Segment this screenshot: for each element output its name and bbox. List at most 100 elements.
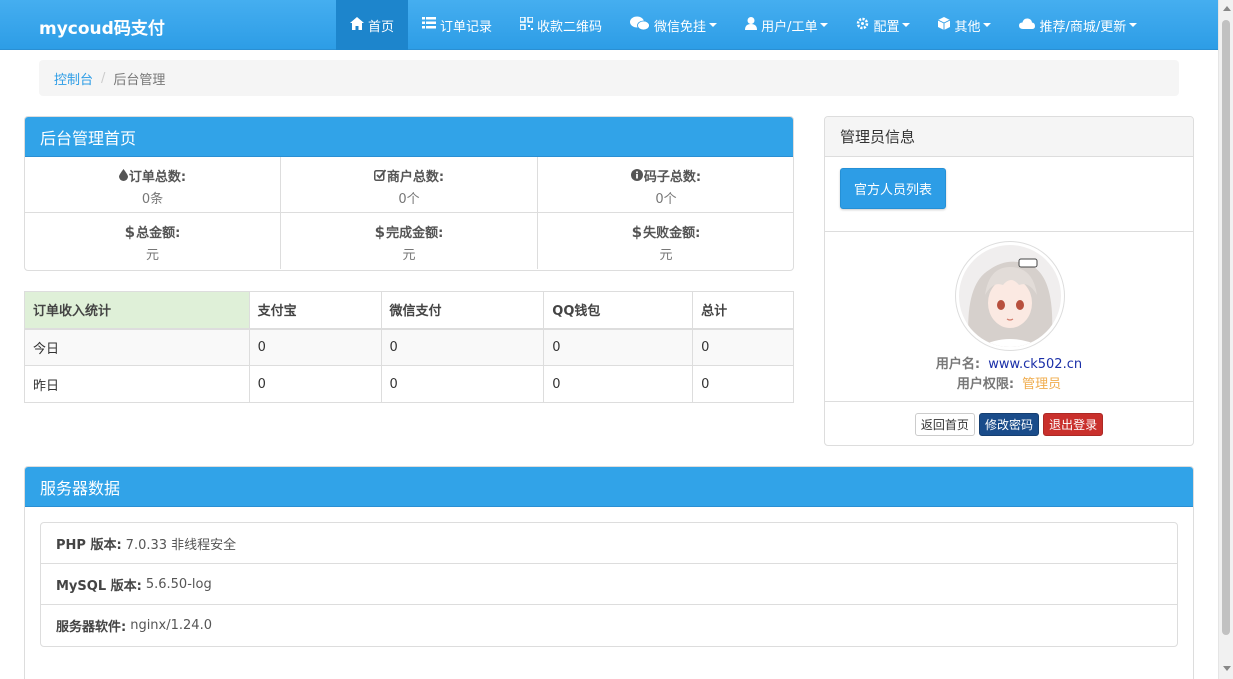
nav-config-label: 配置 xyxy=(873,19,900,35)
admin-panel-title: 管理员信息 xyxy=(825,117,1193,157)
nav-home-label: 首页 xyxy=(368,19,395,35)
stats-grid: 订单总数: 0条 商户总数: 0个 码子总数: 0个 $总金额: 元 $完成金额… xyxy=(25,157,793,269)
stat-code-count: 码子总数: 0个 xyxy=(538,157,793,213)
scroll-down-arrow-icon[interactable] xyxy=(1223,666,1231,671)
table-header-cell: 支付宝 xyxy=(248,291,382,330)
table-row: 今日 0 0 0 0 xyxy=(24,328,794,366)
server-software-label: 服务器软件: xyxy=(56,620,127,635)
table-cell: 0 xyxy=(543,328,694,366)
nav-user[interactable]: 用户/工单 xyxy=(731,0,842,50)
nav-wechat[interactable]: 微信免挂 xyxy=(616,0,731,50)
home-icon xyxy=(350,16,364,34)
chevron-down-icon xyxy=(709,23,718,27)
stat-completed-amount: $完成金额: 元 xyxy=(281,213,538,269)
server-info-list: PHP 版本: 7.0.33 非线程安全 MySQL 版本: 5.6.50-lo… xyxy=(40,522,1178,647)
mysql-version-value: 5.6.50-log xyxy=(145,576,212,592)
username-label: 用户名: xyxy=(935,357,981,372)
check-square-icon xyxy=(373,169,387,185)
chevron-down-icon xyxy=(1129,23,1138,27)
brand-logo[interactable]: mycoud码支付 xyxy=(39,14,165,39)
chevron-down-icon xyxy=(983,23,992,27)
table-header-cell: 总计 xyxy=(692,291,794,330)
table-header-cell: 微信支付 xyxy=(380,291,545,330)
nav-orders-label: 订单记录 xyxy=(440,19,493,35)
chevron-down-icon xyxy=(820,23,829,27)
nav-user-label: 用户/工单 xyxy=(761,19,818,35)
server-panel-title: 服务器数据 xyxy=(25,467,1193,507)
php-version-label: PHP 版本: xyxy=(56,537,122,553)
table-cell: 0 xyxy=(692,365,794,403)
dollar-icon: $ xyxy=(124,223,136,241)
top-navbar: mycoud码支付 首页 订单记录 收款二维码 微信免挂 用户/工单 配置 其他… xyxy=(0,0,1218,50)
staff-list-button[interactable]: 官方人员列表 xyxy=(840,168,947,209)
breadcrumb-home-link[interactable]: 控制台 xyxy=(54,69,93,88)
stat-value: 元 xyxy=(659,248,673,263)
table-cell: 今日 xyxy=(24,328,250,366)
mysql-version-label: MySQL 版本: xyxy=(56,578,142,594)
table-header-cell: QQ钱包 xyxy=(543,291,694,330)
nav-home[interactable]: 首页 xyxy=(336,0,409,50)
table-row: 昨日 0 0 0 0 xyxy=(24,365,794,403)
logout-button[interactable]: 退出登录 xyxy=(1043,413,1104,436)
table-cell: 昨日 xyxy=(24,365,250,403)
stat-value: 0个 xyxy=(398,192,420,207)
stat-label: 失败金额: xyxy=(643,226,701,241)
list-item: 服务器软件: nginx/1.24.0 xyxy=(41,605,1177,646)
income-stats-table: 订单收入统计 支付宝 微信支付 QQ钱包 总计 今日 0 0 0 0 昨日 0 … xyxy=(24,291,794,403)
table-cell: 0 xyxy=(692,328,794,366)
divider xyxy=(825,231,1193,232)
scroll-up-arrow-icon[interactable] xyxy=(1223,6,1231,11)
dollar-icon: $ xyxy=(374,223,386,241)
nav-qrcode-label: 收款二维码 xyxy=(537,19,603,35)
nav-other-label: 其他 xyxy=(954,19,981,35)
username-value: www.ck502.cn xyxy=(988,357,1083,372)
nav-orders[interactable]: 订单记录 xyxy=(408,0,506,50)
dollar-icon: $ xyxy=(631,223,643,241)
breadcrumb: 控制台 / 后台管理 xyxy=(39,60,1179,96)
nav-other[interactable]: 其他 xyxy=(924,0,1005,50)
stat-label: 订单总数: xyxy=(128,170,187,185)
gear-icon xyxy=(856,17,869,34)
nav-recommend[interactable]: 推荐/商城/更新 xyxy=(1005,0,1151,50)
drop-icon xyxy=(118,169,128,185)
divider xyxy=(825,401,1193,402)
avatar xyxy=(955,241,1065,351)
qrcode-icon xyxy=(519,15,534,34)
stat-order-count: 订单总数: 0条 xyxy=(25,157,281,213)
admin-info-panel: 管理员信息 官方人员列表 用户名: www.ck502.cn 用户权限: 管理员 xyxy=(824,116,1194,446)
dashboard-panel-title: 后台管理首页 xyxy=(25,117,793,157)
table-cell: 0 xyxy=(380,328,545,366)
stat-label: 完成金额: xyxy=(386,226,444,241)
stat-value: 0个 xyxy=(655,192,677,207)
breadcrumb-separator: / xyxy=(101,70,106,86)
role-value: 管理员 xyxy=(1022,377,1062,392)
stat-value: 元 xyxy=(145,248,159,263)
table-cell: 0 xyxy=(543,365,694,403)
nav-qrcode[interactable]: 收款二维码 xyxy=(506,0,616,50)
vertical-scrollbar[interactable] xyxy=(1218,0,1233,679)
info-circle-icon xyxy=(630,169,643,185)
stat-total-amount: $总金额: 元 xyxy=(25,213,281,269)
php-version-value: 7.0.33 非线程安全 xyxy=(125,537,237,553)
nav-config[interactable]: 配置 xyxy=(842,0,924,50)
chevron-down-icon xyxy=(902,23,911,27)
cloud-icon xyxy=(1019,17,1036,33)
change-password-button[interactable]: 修改密码 xyxy=(978,413,1039,436)
username-row: 用户名: www.ck502.cn xyxy=(825,353,1193,372)
scrollbar-thumb[interactable] xyxy=(1222,20,1230,635)
admin-actions: 返回首页 修改密码 退出登录 xyxy=(825,413,1193,436)
back-home-button[interactable]: 返回首页 xyxy=(914,413,975,436)
breadcrumb-current: 后台管理 xyxy=(113,72,166,88)
server-data-panel: 服务器数据 PHP 版本: 7.0.33 非线程安全 MySQL 版本: 5.6… xyxy=(24,466,1194,679)
stat-value: 元 xyxy=(402,248,416,263)
list-item: MySQL 版本: 5.6.50-log xyxy=(41,564,1177,605)
wechat-icon xyxy=(630,16,650,35)
stat-label: 商户总数: xyxy=(386,170,445,185)
stat-label: 码子总数: xyxy=(643,170,702,185)
user-icon xyxy=(745,16,758,34)
stat-label: 总金额: xyxy=(136,226,181,241)
role-label: 用户权限: xyxy=(956,377,1015,392)
list-item: PHP 版本: 7.0.33 非线程安全 xyxy=(41,523,1177,564)
role-row: 用户权限: 管理员 xyxy=(825,373,1193,392)
table-cell: 0 xyxy=(380,365,545,403)
